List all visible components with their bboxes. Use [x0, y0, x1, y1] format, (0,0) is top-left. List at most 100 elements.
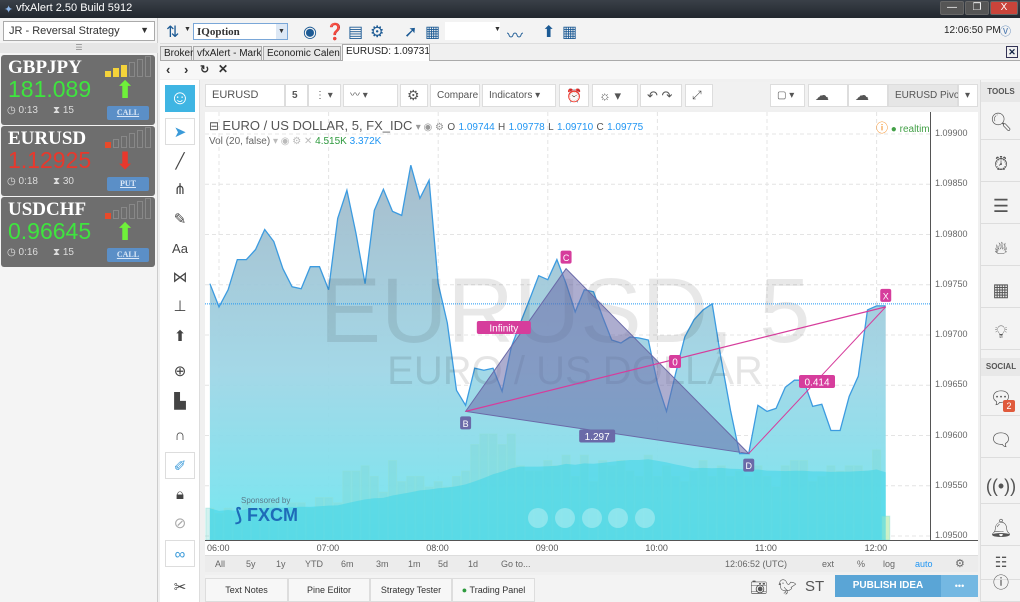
chart-style-select[interactable]: 〰 ▾: [343, 84, 398, 107]
tab-broker[interactable]: Broker: [160, 46, 193, 61]
put-button[interactable]: PUT: [107, 177, 149, 191]
back-icon[interactable]: ‹: [166, 62, 170, 77]
chevron-down-icon[interactable]: ▾: [958, 84, 978, 107]
color-select[interactable]: ▢ ▾: [770, 84, 805, 107]
alarm-icon[interactable]: ⏰︎: [981, 146, 1020, 182]
ext-toggle[interactable]: ext: [822, 559, 834, 569]
signal-arrow-icon[interactable]: ➚: [404, 22, 417, 42]
undo-redo-icon[interactable]: ↶ ↷: [640, 84, 682, 107]
tab-market[interactable]: vfxAlert - Mark...: [193, 46, 262, 61]
camera-icon[interactable]: 📷︎: [750, 579, 768, 596]
calendar-select[interactable]: [445, 22, 500, 40]
indicators-button[interactable]: Indicators ▾: [482, 84, 556, 107]
screener-icon[interactable]: 🔍︎: [981, 104, 1020, 140]
time-axis[interactable]: 06:00 07:00 08:00 09:00 10:00 11:00 12:00: [205, 540, 978, 555]
settings-icon[interactable]: ⚙: [370, 22, 384, 42]
forward-icon[interactable]: ›: [184, 62, 188, 77]
alert-icon[interactable]: ⏰: [559, 84, 589, 107]
chart-pane[interactable]: EURUSD, 5 EURO / US DOLLAR BCDXInfinity1…: [205, 112, 930, 540]
lock-icon[interactable]: 🔒︎: [165, 481, 195, 508]
symbol-input[interactable]: EURUSD: [205, 84, 285, 107]
calendar-icon[interactable]: ▦: [425, 22, 440, 42]
measure-icon[interactable]: ⊥: [165, 293, 195, 320]
refresh-icon[interactable]: ↻: [200, 63, 209, 76]
collapse-icon[interactable]: ⊟: [209, 119, 219, 133]
publish-idea-button[interactable]: PUBLISH IDEA: [835, 575, 941, 597]
zoom-icon[interactable]: ⊕: [165, 358, 195, 385]
window-icon[interactable]: ▤: [348, 22, 363, 42]
settings-icon[interactable]: ⚙: [955, 557, 965, 570]
lock-drawings-icon[interactable]: ✐: [165, 452, 195, 479]
tools-icon[interactable]: ✂: [165, 574, 195, 601]
reset-button[interactable]: [582, 508, 602, 528]
grid-icon[interactable]: ▦: [562, 22, 577, 42]
settings-icon[interactable]: ⚙: [400, 84, 428, 107]
volume-controls-icon[interactable]: ▾ ◉ ⚙ ✕: [273, 136, 312, 147]
broker-select[interactable]: IQoption ▼: [193, 23, 288, 40]
warning-icon[interactable]: ⓘ: [876, 121, 888, 135]
zoom-in-button[interactable]: [608, 508, 628, 528]
range-1m[interactable]: 1m: [408, 559, 421, 569]
help-icon[interactable]: ❓: [325, 22, 345, 42]
chevron-down-icon[interactable]: ▼: [184, 26, 191, 33]
compare-button[interactable]: Compare: [430, 84, 480, 107]
zoom-out-button[interactable]: [555, 508, 575, 528]
pitchfork-icon[interactable]: ⋔: [165, 176, 195, 203]
tab-pine-editor[interactable]: Pine Editor: [288, 578, 370, 602]
tab-text-notes[interactable]: Text Notes: [205, 578, 288, 602]
range-5d[interactable]: 5d: [438, 559, 448, 569]
up-arrow-icon[interactable]: ⬆: [542, 22, 555, 42]
filter-splitter[interactable]: ☰: [0, 43, 158, 53]
price-chart[interactable]: EURUSD, 5 EURO / US DOLLAR BCDXInfinity1…: [205, 112, 930, 540]
arrow-up-icon[interactable]: ⬆: [165, 323, 195, 350]
range-goto[interactable]: Go to...: [501, 559, 531, 569]
scroll-left-button[interactable]: [528, 508, 548, 528]
strategy-select[interactable]: JR - Reversal Strategy ▼: [3, 21, 155, 41]
signal-card[interactable]: USDCHF 0.96645 ⬆ ◷ 0:16 ⧗ 15 CALL: [1, 197, 155, 267]
private-chat-icon[interactable]: 🗨︎: [981, 422, 1020, 458]
range-ytd[interactable]: YTD: [305, 559, 323, 569]
text-icon[interactable]: Aa: [165, 235, 195, 262]
trade-arrows-icon[interactable]: ⇅: [166, 22, 179, 42]
twitter-icon[interactable]: 🐦︎: [778, 578, 797, 596]
pattern-icon[interactable]: ⋈: [165, 264, 195, 291]
cloud-download-icon[interactable]: ☁: [808, 84, 848, 107]
maximize-button[interactable]: ❐: [965, 1, 989, 15]
idea-icon[interactable]: ☼ ▾: [592, 84, 638, 107]
ideas-icon[interactable]: 💡︎: [981, 314, 1020, 350]
watchlist-icon[interactable]: ☰: [981, 188, 1020, 224]
close-tab-icon[interactable]: ✕: [1006, 46, 1018, 58]
smiley-icon[interactable]: ☺: [165, 85, 195, 112]
tab-strategy-tester[interactable]: Strategy Tester: [370, 578, 452, 602]
interval-menu[interactable]: ⋮ ▾: [308, 84, 341, 107]
auto-toggle[interactable]: auto: [915, 559, 933, 569]
range-6m[interactable]: 6m: [341, 559, 354, 569]
stocktwits-button[interactable]: ST: [805, 578, 824, 595]
chevron-down-icon[interactable]: ▼: [494, 26, 501, 33]
signal-card[interactable]: EURUSD 1.12925 ⬇ ◷ 0:18 ⧗ 30 PUT: [1, 126, 155, 196]
notifications-icon[interactable]: 🔔︎: [981, 510, 1020, 546]
calendar-icon[interactable]: ▦: [981, 272, 1020, 308]
close-button[interactable]: X: [990, 1, 1018, 15]
tab-eurusd[interactable]: EURUSD: 1.09731...: [342, 44, 430, 61]
help-icon[interactable]: ⓘ: [981, 566, 1020, 602]
interval-select[interactable]: 5: [285, 84, 308, 107]
chrome-icon[interactable]: ◉: [303, 22, 317, 42]
hotlist-icon[interactable]: 🔥︎: [981, 230, 1020, 266]
trend-line-icon[interactable]: ╱: [165, 148, 195, 175]
template-select[interactable]: EURUSD Pivot: [888, 84, 962, 107]
magnet-icon[interactable]: ∩: [165, 422, 195, 449]
range-all[interactable]: All: [215, 559, 225, 569]
price-axis[interactable]: 1.09900 1.09850 1.09800 1.09750 1.09700 1.096…: [930, 112, 978, 540]
log-toggle[interactable]: log: [883, 559, 895, 569]
chart-line-icon[interactable]: 〰: [507, 22, 523, 46]
ruler-icon[interactable]: ▙: [165, 388, 195, 415]
range-5y[interactable]: 5y: [246, 559, 256, 569]
cloud-upload-icon[interactable]: ☁: [848, 84, 888, 107]
link-icon[interactable]: ∞: [165, 540, 195, 567]
more-options-button[interactable]: •••: [941, 575, 978, 597]
scroll-right-button[interactable]: [635, 508, 655, 528]
percent-toggle[interactable]: %: [857, 559, 865, 569]
range-3m[interactable]: 3m: [376, 559, 389, 569]
streams-icon[interactable]: ((•)): [981, 468, 1020, 504]
